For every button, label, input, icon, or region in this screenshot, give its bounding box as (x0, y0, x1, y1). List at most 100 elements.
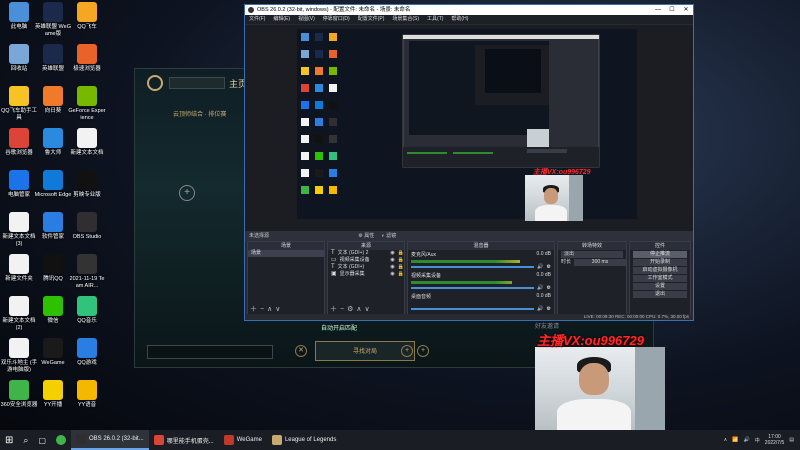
desktop-icon[interactable]: WeGame (34, 338, 72, 367)
desktop-icon[interactable]: QQ飞车 (68, 2, 106, 31)
filter-icon[interactable]: ◐ (382, 233, 385, 239)
eye-icon[interactable]: ◉ (390, 257, 394, 264)
menu-item[interactable]: 视图(V) (298, 15, 315, 24)
speaker-icon[interactable]: 🔊 (537, 306, 543, 312)
desktop-icon[interactable]: 英雄联盟 WeGame版 (34, 2, 72, 38)
desktop-icon[interactable]: 谷歌浏览器 (0, 128, 38, 157)
desktop-icon[interactable]: OBS Studio (68, 212, 106, 241)
menu-item[interactable]: 帮助(H) (451, 15, 468, 24)
taskbar-app[interactable]: 哪里能手机蛋壳... (149, 430, 219, 450)
obs-titlebar[interactable]: OBS 26.0.2 (32-bit, windows) - 配置文件: 未命名… (245, 5, 693, 15)
control-button[interactable]: 开始录制 (633, 259, 687, 266)
lock-icon[interactable]: 🔒 (398, 250, 404, 257)
close-icon[interactable]: ✕ (679, 5, 693, 15)
menu-item[interactable]: 配置文件(P) (358, 15, 385, 24)
task-view-icon[interactable]: ▢ (33, 430, 51, 450)
desktop-icon[interactable]: 软件管家 (34, 212, 72, 241)
lol-plus-icon[interactable]: + (401, 345, 413, 357)
search-icon[interactable]: ⌕ (18, 430, 33, 450)
chevron-up-icon[interactable]: ∧ (724, 437, 728, 443)
lock-icon[interactable]: 🔒 (398, 264, 404, 271)
desktop-icon[interactable]: QQ音乐 (68, 296, 106, 325)
clock[interactable]: 17:00 2022/7/5 (765, 434, 784, 446)
scene-tools[interactable]: ＋−∧∨ (250, 304, 283, 314)
desktop-icon[interactable]: 极速浏览器 (68, 44, 106, 73)
desktop-icon[interactable]: 新建文本文档 (3) (0, 212, 38, 248)
desktop-icon[interactable]: 鲁大师 (34, 128, 72, 157)
volume-icon[interactable]: 🔊 (744, 437, 750, 443)
source-item[interactable]: ▭ 视频采集设备 ◉ 🔒 (328, 257, 404, 264)
desktop-icon[interactable]: 2021-11-19 Team AIR... (68, 254, 106, 290)
obs-preview[interactable]: 主播VX:ou996729 (245, 25, 693, 231)
minimize-icon[interactable]: — (651, 5, 665, 15)
desktop-icon[interactable]: 微信 (34, 296, 72, 325)
scene-item[interactable]: 场景 (248, 250, 324, 257)
volume-slider[interactable] (411, 308, 535, 310)
pinned-app-icon[interactable] (51, 430, 71, 450)
properties-button[interactable]: 属性 (364, 233, 374, 239)
desktop-icon[interactable]: 回收站 (0, 44, 38, 73)
desktop-icon[interactable]: 电脑管家 (0, 170, 38, 199)
menu-item[interactable]: 编辑(E) (273, 15, 290, 24)
desktop-icon[interactable]: YY语音 (68, 380, 106, 409)
taskbar-app[interactable]: League of Legends (267, 430, 341, 450)
desktop-icon[interactable]: 新建文本文档 (68, 128, 106, 157)
ime-indicator[interactable]: 中 (755, 437, 760, 444)
lol-close-icon[interactable]: ✕ (295, 345, 307, 357)
gear-icon[interactable]: ⚙ (547, 264, 551, 270)
desktop-icon[interactable]: Microsoft Edge (34, 170, 72, 199)
menu-item[interactable]: 工具(T) (427, 15, 443, 24)
desktop-icon[interactable]: 新建文件夹 (0, 254, 38, 283)
lol-search-input[interactable] (169, 77, 225, 89)
gear-icon[interactable]: ⚙ (547, 285, 551, 291)
control-button[interactable]: 停止推流 (633, 251, 687, 258)
lol-find-match-button[interactable]: 寻找对局 (315, 341, 415, 361)
notification-icon[interactable]: ▤ (789, 437, 794, 443)
desktop-icon[interactable]: 此电脑 (0, 2, 38, 31)
eye-icon[interactable]: ◉ (390, 250, 394, 257)
lock-icon[interactable]: 🔒 (398, 271, 404, 278)
network-icon[interactable]: 📶 (732, 437, 738, 443)
duration-input[interactable]: 300 ms (574, 259, 626, 266)
gear-icon[interactable]: ⚙ (358, 233, 362, 239)
desktop-icon[interactable]: 360安全浏览器 (0, 380, 38, 409)
volume-slider[interactable] (411, 287, 535, 289)
desktop-icon[interactable]: QQ飞车助手工具 (0, 86, 38, 122)
desktop-icon[interactable]: 英雄联盟 (34, 44, 72, 73)
desktop-icon[interactable]: 腾讯QQ (34, 254, 72, 283)
start-button[interactable]: ⊞ (0, 430, 18, 450)
lol-plus2-icon[interactable]: + (417, 345, 429, 357)
maximize-icon[interactable]: ☐ (665, 5, 679, 15)
lol-add-player-icon[interactable]: + (179, 185, 195, 201)
volume-slider[interactable] (411, 266, 535, 268)
lol-auto-accept[interactable]: 自动开启匹配 (321, 323, 357, 332)
eye-icon[interactable]: ◉ (390, 271, 394, 278)
filters-button[interactable]: 滤镜 (386, 233, 396, 239)
desktop-icon[interactable]: 新建文本文档 (2) (0, 296, 38, 332)
control-button[interactable]: 设置 (633, 283, 687, 290)
control-button[interactable]: 工作室模式 (633, 275, 687, 282)
lock-icon[interactable]: 🔒 (398, 257, 404, 264)
control-button[interactable]: 启动虚拟摄像机 (633, 267, 687, 274)
desktop-icon[interactable]: YY开播 (34, 380, 72, 409)
source-item[interactable]: T 文本 (GDI+) 2 ◉ 🔒 (328, 250, 404, 257)
speaker-icon[interactable]: 🔊 (537, 264, 543, 270)
desktop-icon[interactable]: GeForce Experience (68, 86, 106, 122)
transition-select[interactable]: 淡出 (561, 251, 623, 258)
control-button[interactable]: 退出 (633, 291, 687, 298)
lol-chat-input[interactable] (147, 345, 273, 359)
source-item[interactable]: ▣ 显示器采集 ◉ 🔒 (328, 271, 404, 278)
eye-icon[interactable]: ◉ (390, 264, 394, 271)
taskbar-app[interactable]: OBS 26.0.2 (32-bit... (71, 430, 149, 450)
source-tools[interactable]: ＋−⚙∧∨ (330, 304, 373, 314)
taskbar-app[interactable]: WeGame (219, 430, 267, 450)
desktop-icon[interactable]: 剪映专业版 (68, 170, 106, 199)
menu-item[interactable]: 场景集合(S) (392, 15, 419, 24)
gear-icon[interactable]: ⚙ (547, 306, 551, 312)
source-item[interactable]: T 文本 (GDI+) ◉ 🔒 (328, 264, 404, 271)
menu-item[interactable]: 停靠窗口(D) (323, 15, 350, 24)
speaker-icon[interactable]: 🔊 (537, 285, 543, 291)
desktop-icon[interactable]: 双乐斗地主 (手游电脑版) (0, 338, 38, 374)
desktop-icon[interactable]: QQ游戏 (68, 338, 106, 367)
desktop-icon[interactable]: 向日葵 (34, 86, 72, 115)
